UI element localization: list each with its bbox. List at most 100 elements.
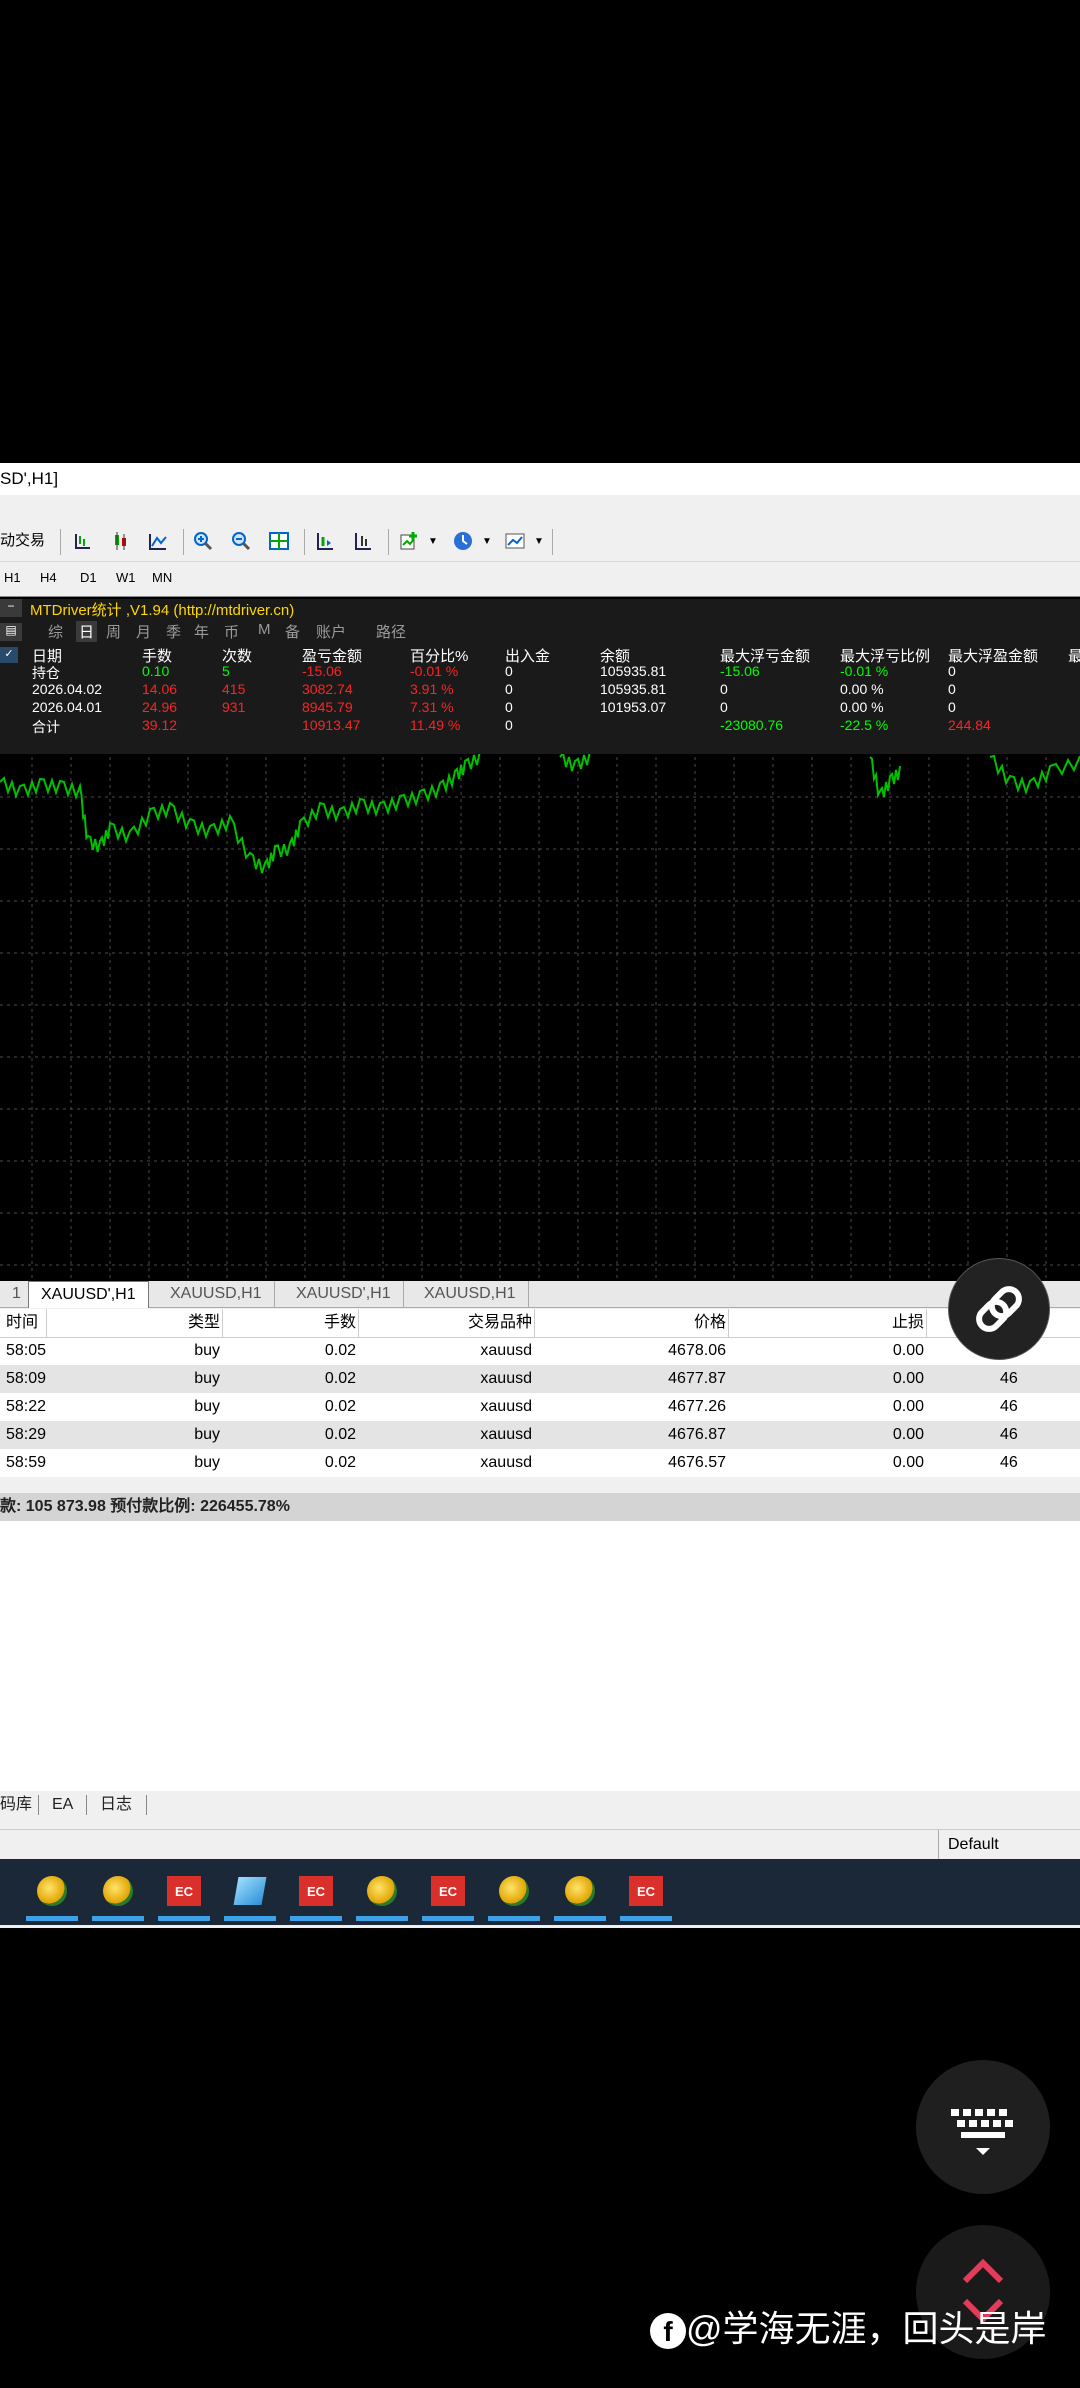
taskbar-app[interactable] xyxy=(26,1869,78,1921)
price-line xyxy=(559,750,591,772)
link-button[interactable] xyxy=(948,1258,1050,1360)
panel-tab[interactable]: 周 xyxy=(106,621,121,642)
table-header-cell[interactable]: 时间 xyxy=(6,1309,46,1337)
zoom-in-icon[interactable] xyxy=(190,529,216,553)
trade-table: 时间 类型 手数 交易品种 价格 止损 58:05 buy 0.02 xauusd 4678.06 0… xyxy=(0,1309,1080,1477)
ec-app-icon: EC xyxy=(431,1876,465,1906)
zoom-out-icon[interactable] xyxy=(228,529,254,553)
table-header-cell[interactable]: 手数 xyxy=(270,1309,356,1337)
table-row[interactable]: 58:22 buy 0.02 xauusd 4677.26 0.00 46 xyxy=(0,1393,1080,1421)
table-row[interactable]: 58:29 buy 0.02 xauusd 4676.87 0.00 46 xyxy=(0,1421,1080,1449)
panel-tab[interactable]: 综 xyxy=(48,621,63,642)
taskbar-app[interactable] xyxy=(488,1869,540,1921)
timeframe-h4[interactable]: H4 xyxy=(40,567,57,589)
panel-tab[interactable]: 季 xyxy=(166,621,181,642)
chart-tab[interactable]: XAUUSD',H1 xyxy=(28,1281,149,1308)
tab-ea[interactable]: EA xyxy=(52,1791,73,1819)
column-divider[interactable] xyxy=(728,1309,729,1337)
column-divider[interactable] xyxy=(358,1309,359,1337)
check-icon[interactable]: ✓ xyxy=(0,647,18,663)
keyboard-button[interactable] xyxy=(916,2060,1050,2194)
periods-clock-icon[interactable] xyxy=(450,529,476,553)
taskbar-indicator xyxy=(356,1916,408,1921)
column-divider[interactable] xyxy=(534,1309,535,1337)
dropdown-arrow-icon[interactable]: ▼ xyxy=(420,529,446,553)
taskbar-indicator xyxy=(26,1916,78,1921)
panel-tab[interactable]: 日 xyxy=(76,621,98,642)
panel-cell: 105935.81 xyxy=(600,681,667,697)
balance-text: 款: 105 873.98 预付款比例: 226455.78% xyxy=(0,1498,290,1515)
panel-cell: 24.96 xyxy=(142,699,178,715)
column-divider[interactable] xyxy=(46,1309,47,1337)
timeframe-mn[interactable]: MN xyxy=(152,567,172,589)
minimize-icon[interactable]: − xyxy=(0,599,22,617)
facebook-icon: f xyxy=(650,2313,686,2350)
taskbar-app[interactable] xyxy=(356,1869,408,1921)
table-header-cell[interactable]: 止损 xyxy=(800,1309,924,1337)
chart-shift-icon[interactable] xyxy=(312,529,338,553)
panel-cell: 931 xyxy=(222,699,246,715)
chart-tabs: 1 XAUUSD',H1 XAUUSD,H1 XAUUSD',H1 XAUUSD,H1 xyxy=(0,1281,1080,1308)
panel-cell: 0 xyxy=(720,699,728,715)
timeframe-d1[interactable]: D1 xyxy=(80,567,97,589)
terminal-empty-area xyxy=(0,1521,1080,1791)
price-chart[interactable]: − MTDriver统计 ,V1.94 (http://mtdriver.cn)… xyxy=(0,596,1080,1407)
tab-code-base[interactable]: 码库 xyxy=(0,1791,32,1819)
chart-tab[interactable]: XAUUSD,H1 xyxy=(158,1281,275,1307)
table-header-cell[interactable]: 交易品种 xyxy=(400,1309,532,1337)
panel-tab[interactable]: 年 xyxy=(194,621,209,642)
panel-header: 最大浮盈金额 xyxy=(948,648,1039,665)
taskbar-app[interactable] xyxy=(92,1869,144,1921)
chart-tab[interactable]: XAUUSD',H1 xyxy=(284,1281,404,1307)
taskbar-app[interactable]: EC xyxy=(422,1869,474,1921)
dropdown-arrow-icon[interactable]: ▼ xyxy=(474,529,500,553)
table-cell: 4676.57 xyxy=(668,1454,726,1471)
table-cell: xauusd xyxy=(480,1370,532,1387)
panel-cell: 11.49 % xyxy=(410,717,461,733)
taskbar-app[interactable]: EC xyxy=(620,1869,672,1921)
panel-tab[interactable]: 月 xyxy=(136,621,151,642)
table-row[interactable]: 58:59 buy 0.02 xauusd 4676.57 0.00 46 xyxy=(0,1449,1080,1477)
column-divider[interactable] xyxy=(222,1309,223,1337)
indicators-icon[interactable] xyxy=(396,529,422,553)
autotrade-button[interactable]: 动交易 xyxy=(0,527,45,555)
table-cell: 46 xyxy=(1000,1398,1018,1415)
table-row[interactable]: 58:05buy0.02xauusd4678.060.0046 xyxy=(0,1337,1080,1365)
panel-header: 最 xyxy=(1068,648,1080,665)
taskbar-app[interactable]: EC xyxy=(158,1869,210,1921)
panel-tab[interactable]: 备 xyxy=(285,621,300,642)
dropdown-arrow-icon[interactable]: ▼ xyxy=(526,529,552,553)
table-cell: 58:22 xyxy=(6,1398,47,1415)
panel-tab[interactable]: 路径 xyxy=(376,621,406,642)
panel-cell: 7.31 % xyxy=(410,699,454,715)
tile-windows-icon[interactable] xyxy=(266,529,292,553)
templates-icon[interactable] xyxy=(502,529,528,553)
panel-cell: 0 xyxy=(505,681,513,697)
autoscroll-icon[interactable] xyxy=(350,529,376,553)
settings-icon[interactable]: ▤ xyxy=(0,623,22,641)
link-icon xyxy=(976,1286,1022,1332)
table-cell: buy xyxy=(194,1426,220,1443)
table-row[interactable]: 58:09 buy 0.02 xauusd 4677.87 0.00 46 xyxy=(0,1365,1080,1393)
panel-tab[interactable]: 币 xyxy=(224,621,239,642)
table-header-cell[interactable]: 价格 xyxy=(600,1309,726,1337)
mt4-app-icon xyxy=(499,1876,529,1906)
timeframe-h1[interactable]: H1 xyxy=(4,567,21,589)
taskbar-app[interactable]: EC xyxy=(290,1869,342,1921)
candlestick-icon[interactable] xyxy=(107,529,133,553)
column-divider[interactable] xyxy=(926,1309,927,1337)
table-cell: 58:29 xyxy=(6,1426,47,1443)
panel-tab[interactable]: 账户 xyxy=(316,621,346,642)
table-cell: buy xyxy=(194,1398,220,1415)
taskbar-indicator xyxy=(554,1916,606,1921)
taskbar-app[interactable] xyxy=(224,1869,276,1921)
table-header-cell[interactable]: 类型 xyxy=(140,1309,220,1337)
chart-tab[interactable]: XAUUSD,H1 xyxy=(412,1281,529,1307)
taskbar-app[interactable] xyxy=(554,1869,606,1921)
timeframe-w1[interactable]: W1 xyxy=(116,567,136,589)
bar-chart-icon[interactable] xyxy=(70,529,96,553)
panel-cell: 0 xyxy=(948,663,956,679)
tab-journal[interactable]: 日志 xyxy=(100,1791,132,1819)
line-chart-icon[interactable] xyxy=(145,529,171,553)
panel-tab[interactable]: M xyxy=(258,621,271,638)
